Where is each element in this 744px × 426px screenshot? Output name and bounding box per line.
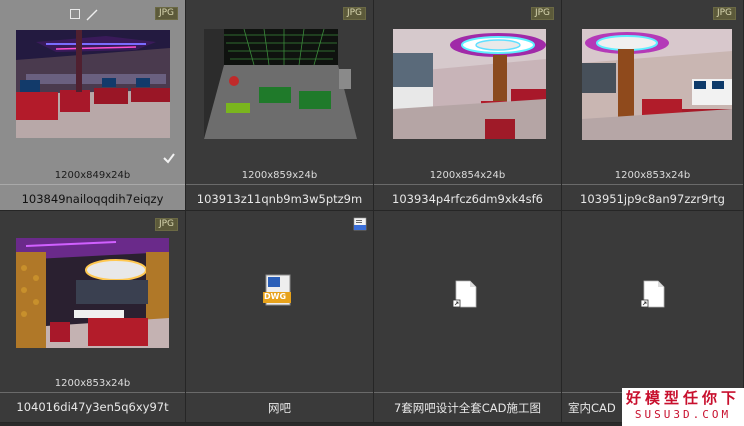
image-dimensions: 1200x849x24b: [54, 170, 131, 181]
thumbnail-tile-5[interactable]: JPG 1200x853x24b 104016di47y3en5q6xy97t: [0, 211, 186, 423]
tile-tools: [70, 9, 98, 21]
jpg-badge: JPG: [154, 7, 178, 20]
file-name[interactable]: 网吧: [186, 400, 373, 416]
thumbnail-image[interactable]: [393, 29, 546, 139]
jpg-badge: JPG: [712, 7, 736, 20]
file-name[interactable]: 7套网吧设计全套CAD施工图: [374, 400, 561, 416]
blank-file-shortcut-icon[interactable]: [453, 280, 479, 308]
thumbnail-image[interactable]: [204, 29, 357, 139]
net-cafe-render-3-icon: [393, 29, 546, 139]
file-tile-cad-set[interactable]: 7套网吧设计全套CAD施工图: [374, 211, 562, 423]
dwg-document-icon: [263, 274, 291, 306]
folder-shortcut-icon: [353, 217, 367, 231]
thumbnail-image[interactable]: [16, 30, 170, 138]
image-dimensions: 1200x853x24b: [614, 170, 691, 181]
file-name[interactable]: 103951jp9c8an97zzr9rtg: [562, 192, 743, 206]
caption-divider: [186, 184, 373, 185]
dwg-file-icon[interactable]: DWG: [263, 274, 295, 306]
select-checkbox-icon[interactable]: [70, 9, 80, 19]
jpg-badge: JPG: [154, 218, 178, 231]
jpg-badge: JPG: [530, 7, 554, 20]
thumbnail-image[interactable]: [582, 29, 732, 140]
thumbnail-tile-2[interactable]: JPG 1200x859x24b 103913z11qnb9m3w5ptz9m: [186, 0, 374, 211]
thumbnail-grid: JPG 1200x849x24b 103849nailoqqdih7eiqzy …: [0, 0, 744, 426]
net-cafe-render-4-icon: [582, 29, 732, 140]
file-name[interactable]: 103913z11qnb9m3w5ptz9m: [186, 192, 373, 206]
caption-divider: [0, 184, 185, 185]
image-dimensions: 1200x853x24b: [54, 378, 131, 389]
thumbnail-tile-4[interactable]: JPG 1200x853x24b 103951jp9c8an97zzr9rtg: [562, 0, 744, 211]
selected-check-icon: [163, 153, 175, 164]
image-dimensions: 1200x859x24b: [241, 170, 318, 181]
caption-divider: [562, 184, 743, 185]
thumbnail-image[interactable]: [16, 238, 169, 348]
file-name[interactable]: 103849nailoqqdih7eiqzy: [0, 192, 185, 206]
watermark-domain: SUSU3D.COM: [634, 408, 732, 421]
dwg-icon-label: DWG: [264, 292, 287, 301]
caption-divider: [0, 392, 185, 393]
caption-divider: [374, 392, 561, 393]
blank-file-shortcut-icon[interactable]: [641, 280, 667, 308]
thumbnail-tile-1[interactable]: JPG 1200x849x24b 103849nailoqqdih7eiqzy: [0, 0, 186, 211]
caption-divider: [374, 184, 561, 185]
image-dimensions: 1200x854x24b: [429, 170, 506, 181]
site-watermark: 好模型任你下 SUSU3D.COM: [622, 388, 744, 426]
file-name[interactable]: 103934p4rfcz6dm9xk4sf6: [374, 192, 561, 206]
net-cafe-render-1-icon: [16, 30, 170, 138]
jpg-badge: JPG: [342, 7, 366, 20]
rename-pen-icon[interactable]: [86, 9, 98, 21]
thumbnail-tile-3[interactable]: JPG 1200x854x24b 103934p4rfcz6dm9xk4sf6: [374, 0, 562, 211]
billiards-render-icon: [204, 29, 357, 139]
file-name[interactable]: 104016di47y3en5q6xy97t: [0, 400, 185, 414]
watermark-slogan: 好模型任你下: [625, 389, 740, 407]
net-cafe-render-5-icon: [16, 238, 169, 348]
caption-divider: [186, 392, 373, 393]
folder-tile[interactable]: DWG 网吧: [186, 211, 374, 423]
